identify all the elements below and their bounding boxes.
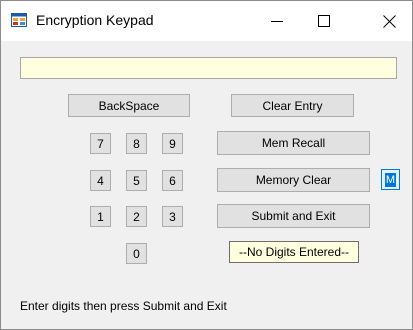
window-title: Encryption Keypad <box>36 12 154 28</box>
clear-entry-button[interactable]: Clear Entry <box>231 94 354 117</box>
maximize-icon <box>318 15 330 27</box>
digit-7-button[interactable]: 7 <box>90 133 111 154</box>
digit-2-button[interactable]: 2 <box>126 206 147 227</box>
digit-4-button[interactable]: 4 <box>90 170 111 191</box>
instruction-text: Enter digits then press Submit and Exit <box>20 299 227 313</box>
app-icon <box>11 13 27 27</box>
digit-8-button[interactable]: 8 <box>126 133 147 154</box>
mem-recall-button[interactable]: Mem Recall <box>217 131 370 155</box>
close-icon <box>382 14 396 28</box>
digit-9-button[interactable]: 9 <box>162 133 183 154</box>
close-button[interactable] <box>366 1 412 41</box>
submit-exit-button[interactable]: Submit and Exit <box>217 204 370 228</box>
memory-indicator-button[interactable]: M <box>381 169 400 190</box>
entry-display[interactable] <box>20 57 397 79</box>
title-bar[interactable]: Encryption Keypad <box>1 1 412 41</box>
keypad-window: Encryption Keypad BackSpace Clear Entry … <box>0 0 413 330</box>
backspace-button[interactable]: BackSpace <box>68 94 190 117</box>
minimize-icon <box>271 21 283 22</box>
maximize-button[interactable] <box>301 1 347 41</box>
digits-status-label: --No Digits Entered-- <box>229 241 359 263</box>
digit-0-button[interactable]: 0 <box>126 243 147 264</box>
digit-1-button[interactable]: 1 <box>90 206 111 227</box>
digit-5-button[interactable]: 5 <box>126 170 147 191</box>
digit-6-button[interactable]: 6 <box>162 170 183 191</box>
minimize-button[interactable] <box>254 1 300 41</box>
digit-3-button[interactable]: 3 <box>162 206 183 227</box>
memory-clear-button[interactable]: Memory Clear <box>217 168 370 192</box>
memory-indicator-label: M <box>384 172 397 187</box>
